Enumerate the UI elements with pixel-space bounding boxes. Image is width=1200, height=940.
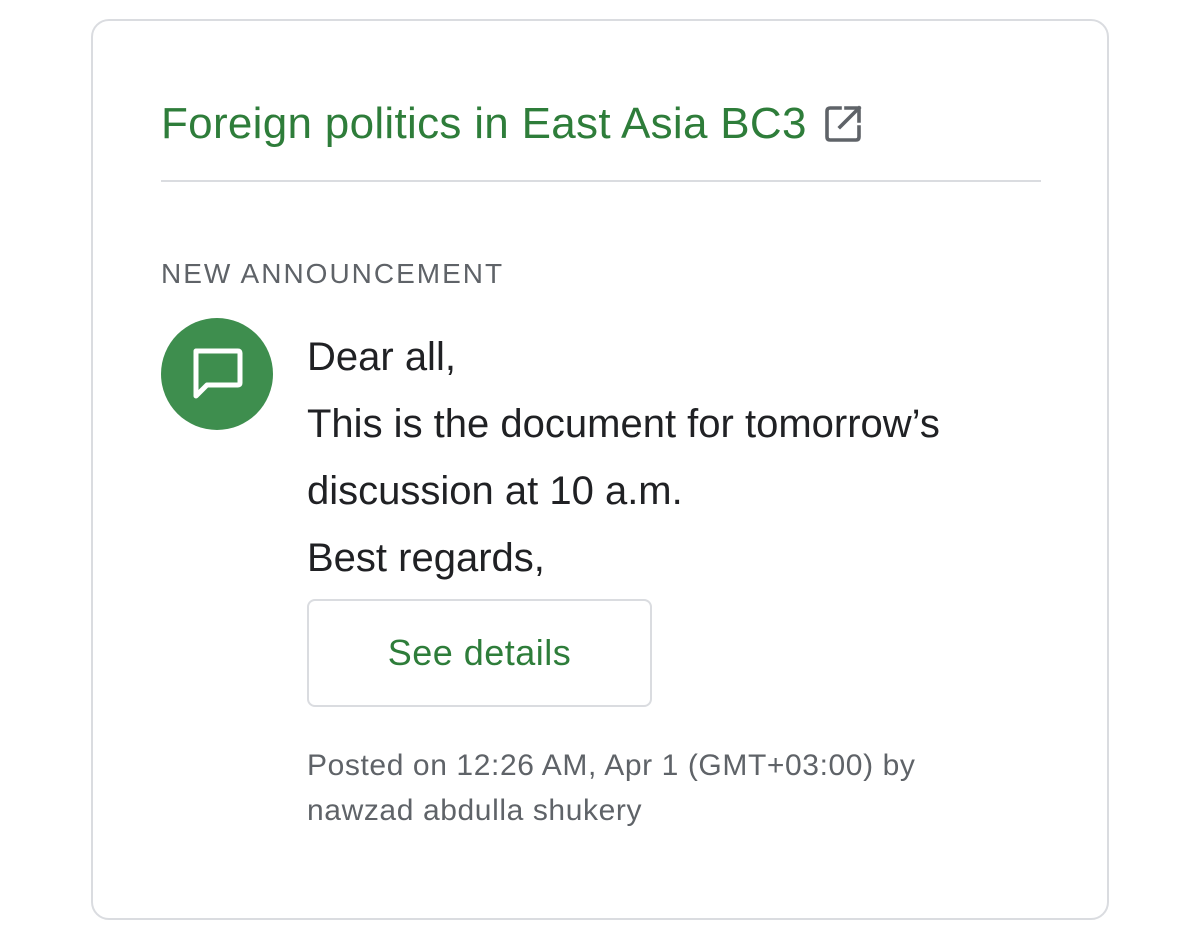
header-divider	[161, 180, 1041, 182]
posted-info: Posted on 12:26 AM, Apr 1 (GMT+03:00) by…	[307, 743, 1067, 833]
message-line: This is the document for tomorrow’s	[307, 402, 940, 446]
announcement-card: Foreign politics in East Asia BC3 NEW AN…	[91, 19, 1109, 920]
message-line: Dear all,	[307, 335, 456, 379]
announcement-message: Dear all, This is the document for tomor…	[307, 324, 1067, 592]
posted-line: Posted on 12:26 AM, Apr 1 (GMT+03:00) by	[307, 749, 916, 782]
course-title-link[interactable]: Foreign politics in East Asia BC3	[161, 99, 807, 149]
message-line: discussion at 10 a.m.	[307, 469, 683, 513]
message-line: Best regards,	[307, 536, 545, 580]
card-header: Foreign politics in East Asia BC3	[161, 99, 863, 149]
posted-author: nawzad abdulla shukery	[307, 794, 643, 827]
open-in-new-icon[interactable]	[823, 104, 863, 144]
see-details-button[interactable]: See details	[307, 599, 652, 707]
section-label: NEW ANNOUNCEMENT	[161, 258, 505, 289]
announcement-avatar	[161, 318, 273, 430]
chat-bubble-icon	[193, 348, 243, 399]
